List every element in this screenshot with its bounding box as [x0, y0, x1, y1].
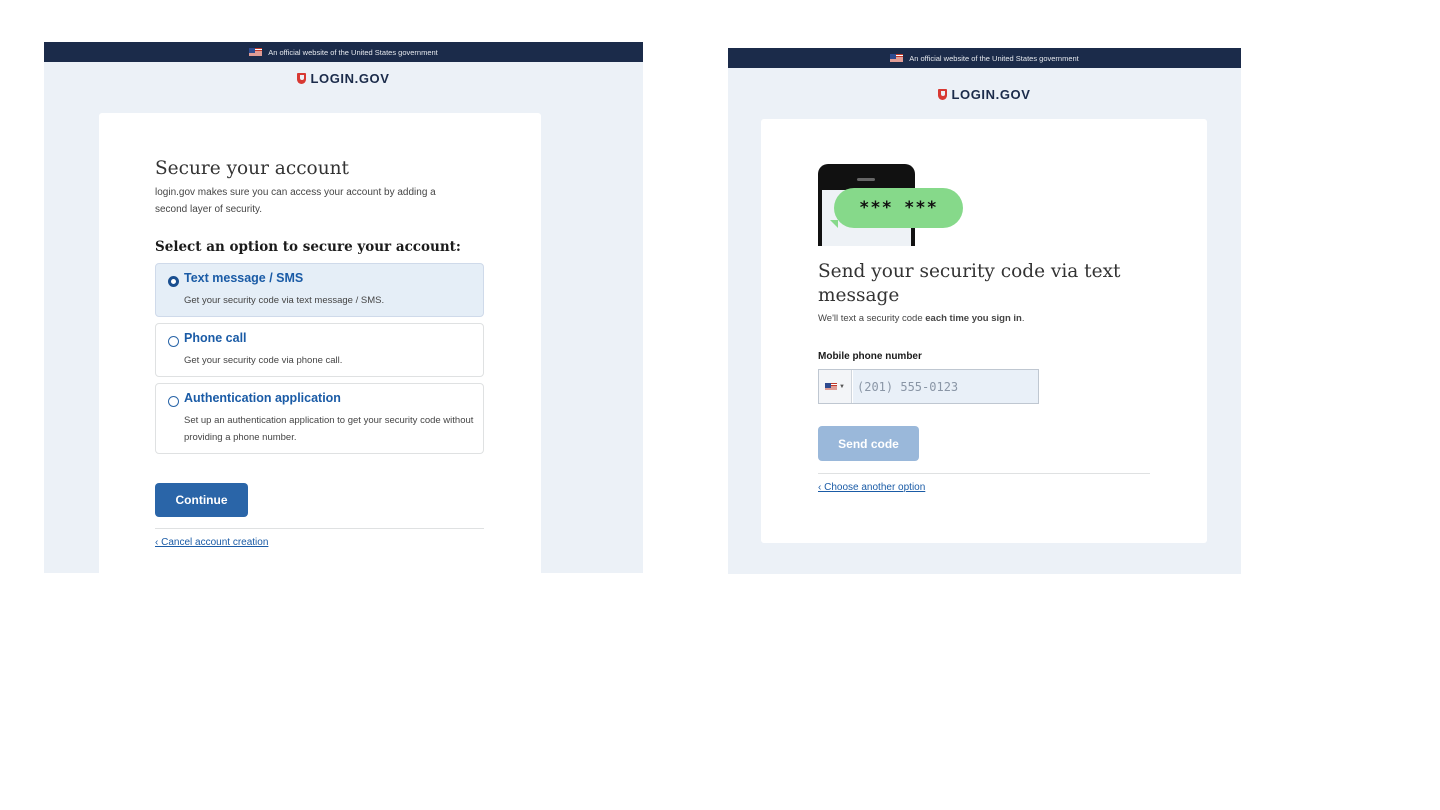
option-title: Phone call: [184, 331, 247, 345]
phone-illustration: *** ***: [818, 164, 968, 246]
option-phone-call[interactable]: Phone call Get your security code via ph…: [155, 323, 484, 377]
us-flag-icon: [890, 54, 904, 62]
gov-banner-text: An official website of the United States…: [909, 53, 1079, 63]
option-description: Get your security code via text message …: [184, 295, 385, 306]
phone-field: ▼: [818, 369, 1039, 404]
page-intro: login.gov makes sure you can access your…: [155, 187, 436, 215]
send-code-screen: An official website of the United States…: [728, 48, 1241, 574]
select-heading: Select an option to secure your account:: [155, 239, 461, 255]
intro-suffix: .: [1021, 313, 1025, 324]
logo-text: LOGIN.GOV: [310, 71, 390, 86]
content-card: Secure your account login.gov makes sure…: [99, 113, 541, 573]
cancel-account-link[interactable]: ‹ Cancel account creation: [155, 537, 268, 548]
login-shield-icon: [297, 73, 307, 84]
radio-icon[interactable]: [168, 396, 179, 407]
login-shield-icon: [938, 88, 948, 100]
gov-banner: An official website of the United States…: [44, 42, 643, 62]
logo-text: LOGIN.GOV: [951, 86, 1031, 102]
page-title: Send your security code via text message: [818, 261, 1121, 306]
country-code-select[interactable]: ▼: [819, 370, 852, 403]
option-title: Authentication application: [184, 391, 341, 405]
option-description: Get your security code via phone call.: [184, 355, 343, 366]
phone-number-input[interactable]: [853, 370, 1038, 403]
login-gov-logo[interactable]: LOGIN.GOV: [728, 68, 1241, 120]
intro-text: We'll text a security code: [818, 313, 926, 324]
phone-field-label: Mobile phone number: [818, 351, 922, 362]
us-flag-icon: [825, 383, 838, 390]
radio-selected-icon[interactable]: [168, 276, 179, 287]
security-code-mask: *** ***: [859, 198, 938, 218]
divider: [818, 473, 1150, 474]
page-title: Secure your account: [155, 158, 349, 179]
select-method-screen: An official website of the United States…: [44, 42, 643, 573]
choose-another-option-link[interactable]: ‹ Choose another option: [818, 482, 925, 493]
continue-button[interactable]: Continue: [155, 483, 248, 517]
option-title: Text message / SMS: [184, 271, 304, 285]
login-gov-logo[interactable]: LOGIN.GOV: [44, 62, 643, 95]
content-card: *** *** Send your security code via text…: [761, 119, 1207, 543]
divider: [155, 528, 484, 529]
radio-icon[interactable]: [168, 336, 179, 347]
chevron-down-icon: ▼: [839, 383, 845, 390]
us-flag-icon: [249, 48, 263, 56]
gov-banner: An official website of the United States…: [728, 48, 1241, 68]
intro-emphasis: each time you sign in: [925, 313, 1022, 324]
page-intro: We'll text a security code each time you…: [818, 310, 1025, 327]
gov-banner-text: An official website of the United States…: [268, 47, 438, 57]
option-description: Set up an authentication application to …: [184, 415, 474, 443]
option-text-message[interactable]: Text message / SMS Get your security cod…: [155, 263, 484, 317]
option-authentication-app[interactable]: Authentication application Set up an aut…: [155, 383, 484, 454]
send-code-button[interactable]: Send code: [818, 426, 919, 461]
